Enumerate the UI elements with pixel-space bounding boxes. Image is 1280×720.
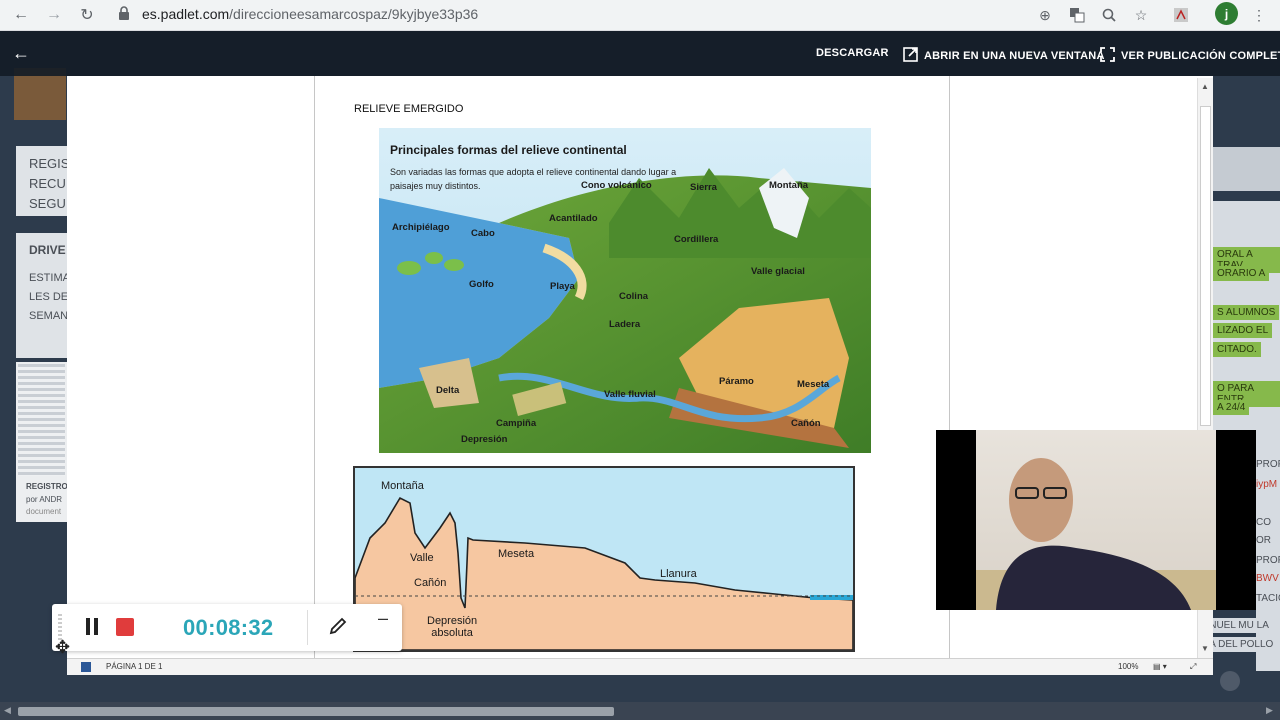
browser-toolbar: ← → ↻ es.padlet.com/direccioneesamarcosp… (0, 0, 1280, 31)
full-post-label: VER PUBLICACIÓN COMPLETA (1121, 50, 1280, 62)
translate-icon[interactable] (1066, 4, 1088, 26)
horizontal-scroll-thumb[interactable] (18, 707, 614, 716)
profile-label-meseta: Meseta (498, 548, 535, 560)
scroll-up-icon[interactable]: ▲ (1201, 82, 1209, 91)
screen-recorder-widget: 00:08:32 – (52, 604, 402, 651)
recording-timer: 00:08:32 (183, 615, 274, 640)
label-campina: Campiña (496, 418, 537, 429)
label-meseta: Meseta (797, 379, 830, 390)
overlay-toolbar: ← DESCARGAR ABRIR EN UNA NUEVA VENTANA V… (0, 31, 1280, 76)
lock-icon[interactable] (118, 6, 132, 24)
download-label: DESCARGAR (816, 47, 889, 59)
label-sierra: Sierra (690, 182, 717, 193)
label-colina: Colina (619, 291, 649, 302)
url-host: es.padlet.com (142, 6, 230, 22)
add-icon[interactable]: ⊕ (1034, 4, 1056, 26)
page-horizontal-scrollbar[interactable]: ◀ ▶ (0, 702, 1280, 720)
label-cabo: Cabo (471, 228, 495, 239)
label-valle-glacial: Valle glacial (751, 266, 805, 277)
label-valle-fluvial: Valle fluvial (604, 389, 656, 400)
label-cono-volcanico: Cono volcánico (581, 180, 652, 191)
word-icon (81, 662, 91, 672)
bg-round-button (1220, 671, 1240, 691)
zoom-level[interactable]: 100% (1118, 662, 1138, 671)
label-golfo: Golfo (469, 279, 494, 290)
profile-avatar[interactable]: j (1215, 2, 1238, 25)
bg-card-1: REGIS RECU SEGU (16, 146, 69, 216)
open-new-window-button[interactable]: ABRIR EN UNA NUEVA VENTANA (903, 47, 1105, 65)
document-heading: RELIEVE EMERGIDO (354, 103, 464, 115)
relief-profile-diagram: Montaña Valle Cañón Meseta Llanura Depre… (353, 466, 855, 652)
url-path: /direccioneesamarcospaz/9kyjbye33p36 (229, 6, 479, 22)
reload-icon[interactable]: ↻ (75, 3, 99, 27)
profile-label-llanura: Llanura (660, 568, 697, 580)
fullscreen-icon (1100, 47, 1115, 65)
label-playa: Playa (550, 281, 575, 292)
address-bar[interactable]: es.padlet.com/direccioneesamarcospaz/9ky… (142, 6, 478, 22)
relief-illustration: Principales formas del relieve continent… (379, 128, 871, 453)
download-button[interactable]: DESCARGAR (816, 47, 889, 59)
webcam-overlay (936, 430, 1256, 610)
bg-right-card-1 (1213, 147, 1280, 191)
external-link-icon (903, 47, 918, 65)
webcam-video (976, 430, 1216, 610)
spreadsheet-thumbnail (18, 364, 65, 476)
star-icon[interactable]: ☆ (1130, 4, 1152, 26)
label-archipielago: Archipiélago (392, 222, 450, 233)
viewer-status-bar: PÁGINA 1 DE 1 100% ▤ ▾ ⤢ (67, 658, 1213, 675)
divider (307, 610, 308, 645)
pdf-extension-icon[interactable] (1170, 4, 1192, 26)
label-montana: Montaña (769, 180, 809, 191)
relief-title: Principales formas del relieve continent… (390, 143, 627, 157)
label-paramo: Páramo (719, 376, 754, 387)
label-ladera: Ladera (609, 319, 641, 330)
open-new-window-label: ABRIR EN UNA NUEVA VENTANA (924, 50, 1105, 62)
bg-card-3: REGISTRO por ANDR document (16, 362, 68, 522)
label-canon: Cañón (791, 418, 821, 429)
profile-label-montana: Montaña (381, 480, 424, 492)
scroll-down-icon[interactable]: ▼ (1201, 644, 1209, 653)
close-preview-icon[interactable]: ← (12, 43, 30, 64)
forward-icon[interactable]: → (42, 3, 66, 27)
scroll-right-icon[interactable]: ▶ (1266, 705, 1273, 716)
profile-label-canon: Cañón (414, 577, 447, 589)
profile-label-valle: Valle (410, 552, 434, 564)
scroll-left-icon[interactable]: ◀ (4, 705, 11, 716)
pen-icon[interactable] (328, 616, 348, 642)
fit-page-icon[interactable]: ⤢ (1190, 662, 1196, 672)
bg-card-2: DRIVE ESTIMA LES DE SEMAN (16, 233, 70, 358)
label-cordillera: Cordillera (674, 234, 719, 245)
label-acantilado: Acantilado (549, 213, 598, 224)
label-depresion: Depresión (461, 434, 508, 445)
profile-label-depresion: Depresión absoluta (427, 615, 478, 639)
full-post-button[interactable]: VER PUBLICACIÓN COMPLETA (1100, 47, 1280, 65)
pause-icon[interactable] (85, 618, 99, 635)
move-cursor-icon: ✥ (55, 637, 71, 657)
page-indicator: PÁGINA 1 DE 1 (106, 662, 163, 671)
menu-icon[interactable]: ⋮ (1248, 4, 1270, 26)
zoom-icon[interactable] (1098, 4, 1120, 26)
back-icon[interactable]: ← (9, 3, 33, 27)
label-delta: Delta (436, 385, 460, 396)
minimize-icon[interactable]: – (378, 608, 388, 629)
view-mode-icon[interactable]: ▤ ▾ (1153, 662, 1167, 671)
scroll-thumb[interactable] (1200, 106, 1211, 426)
stop-icon[interactable] (116, 618, 134, 636)
